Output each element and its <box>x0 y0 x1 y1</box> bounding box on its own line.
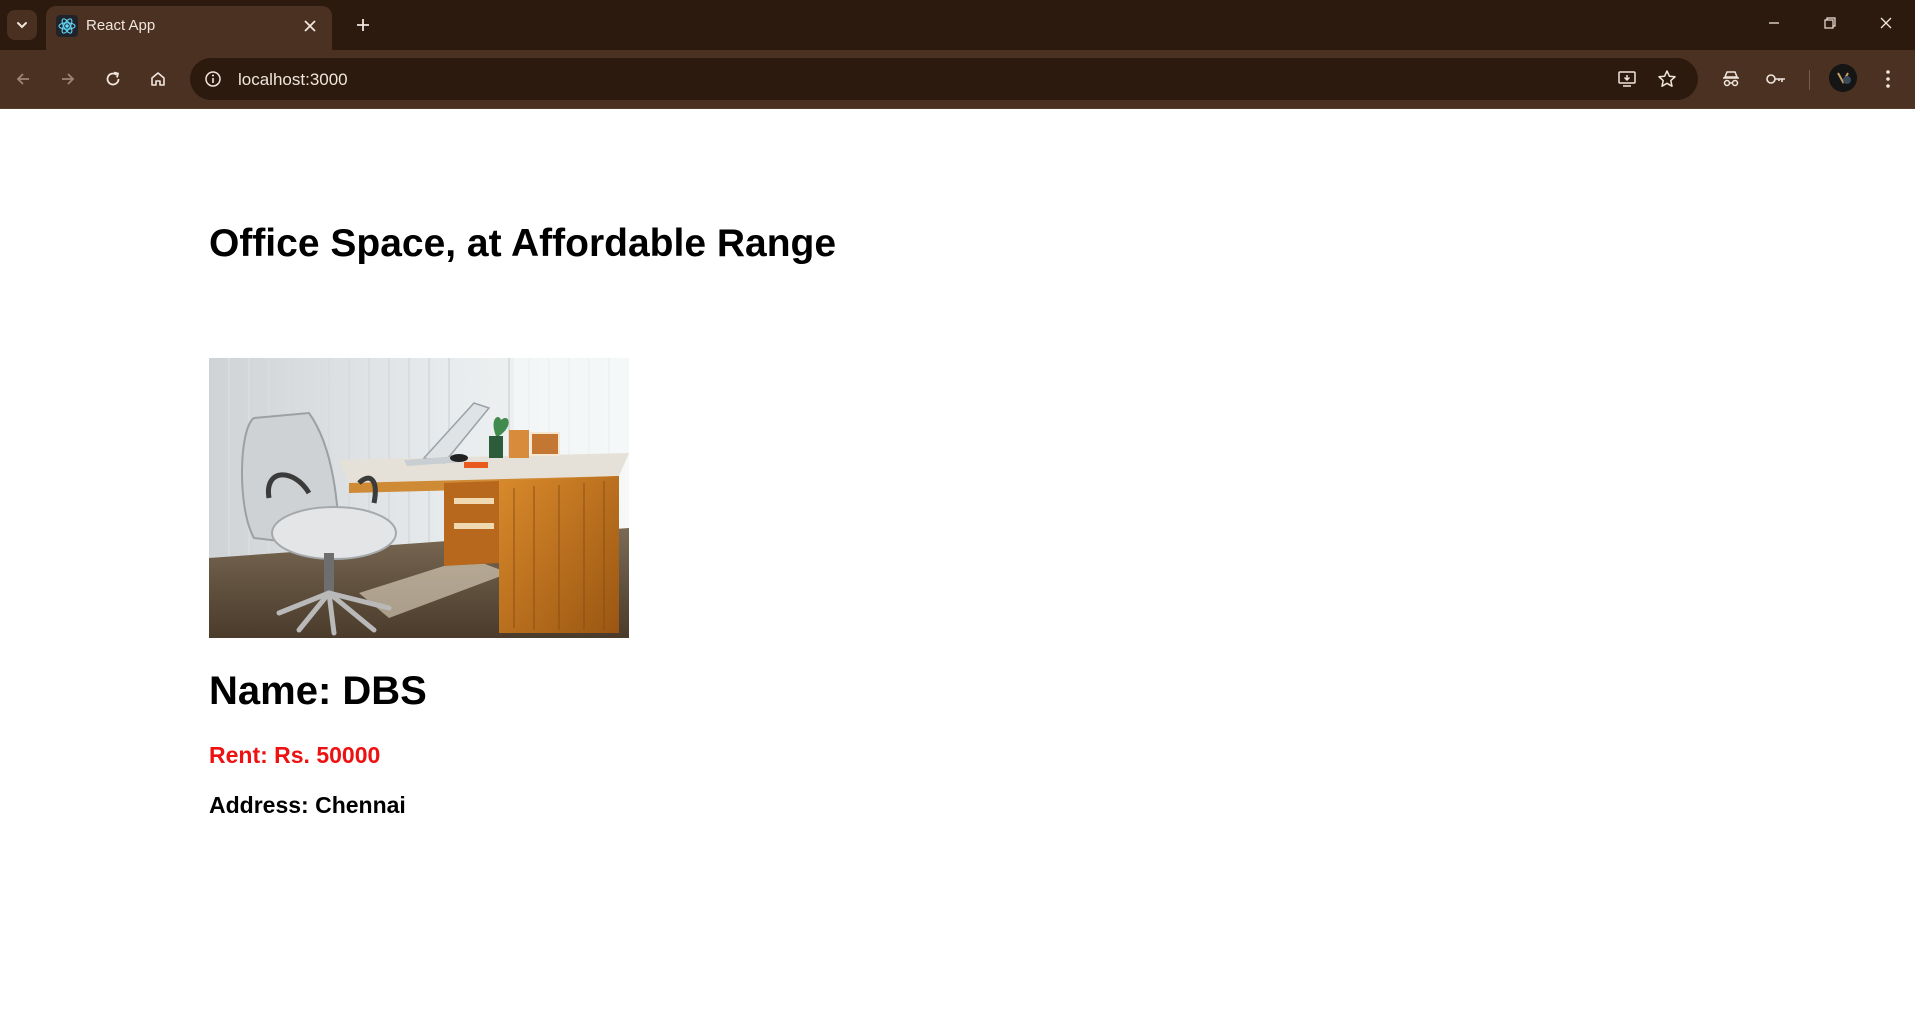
install-app-icon <box>1618 71 1636 87</box>
close-icon <box>1880 17 1892 29</box>
office-address: Address: Chennai <box>209 792 406 818</box>
tab-search-button[interactable] <box>7 10 37 40</box>
url-text[interactable]: localhost:3000 <box>238 70 348 90</box>
chevron-down-icon <box>17 22 27 29</box>
info-icon <box>205 71 221 87</box>
address-bar[interactable]: localhost:3000 <box>190 58 1698 100</box>
tab-close-button[interactable] <box>298 14 322 38</box>
star-icon <box>1658 70 1676 87</box>
office-image <box>209 358 629 638</box>
office-rent: Rent: Rs. 50000 <box>209 742 381 768</box>
reload-button[interactable] <box>96 62 130 96</box>
arrow-left-icon <box>16 73 29 85</box>
incognito-button[interactable] <box>1714 62 1748 96</box>
reload-icon <box>106 71 120 86</box>
restore-icon <box>1824 17 1836 29</box>
restore-button[interactable] <box>1802 0 1858 46</box>
browser-chrome: React App localhost:3000 <box>0 0 1915 109</box>
tab-react-app[interactable]: React App <box>46 6 332 50</box>
minimize-button[interactable] <box>1746 0 1802 46</box>
bookmark-button[interactable] <box>1653 65 1681 93</box>
site-info-button[interactable] <box>200 66 226 92</box>
office-name: Name: DBS <box>209 669 427 713</box>
key-icon <box>1766 74 1785 84</box>
minimize-icon <box>1769 22 1779 24</box>
profile-avatar-icon <box>1829 64 1857 92</box>
office-photo-illustration <box>209 358 629 638</box>
page-title: Office Space, at Affordable Range <box>209 222 837 265</box>
incognito-icon <box>1723 71 1739 87</box>
page-content: Office Space, at Affordable Range Name: … <box>0 109 1915 1011</box>
new-tab-button[interactable] <box>348 10 378 40</box>
close-window-button[interactable] <box>1858 0 1914 46</box>
tab-title: React App <box>86 17 156 34</box>
arrow-right-icon <box>62 73 75 85</box>
browser-toolbar: localhost:3000 <box>0 50 1915 108</box>
toolbar-divider <box>1809 70 1810 90</box>
passwords-button[interactable] <box>1759 62 1793 96</box>
plus-icon <box>357 19 369 31</box>
react-logo-icon <box>56 15 78 37</box>
forward-button[interactable] <box>51 62 85 96</box>
browser-menu-button[interactable] <box>1871 62 1905 96</box>
close-icon <box>304 20 316 32</box>
home-icon <box>151 72 165 86</box>
tab-strip: React App <box>0 0 1915 50</box>
back-button[interactable] <box>6 62 40 96</box>
kebab-menu-icon <box>1886 70 1890 88</box>
avatar[interactable] <box>1829 64 1857 92</box>
install-app-button[interactable] <box>1613 65 1641 93</box>
home-button[interactable] <box>141 62 175 96</box>
